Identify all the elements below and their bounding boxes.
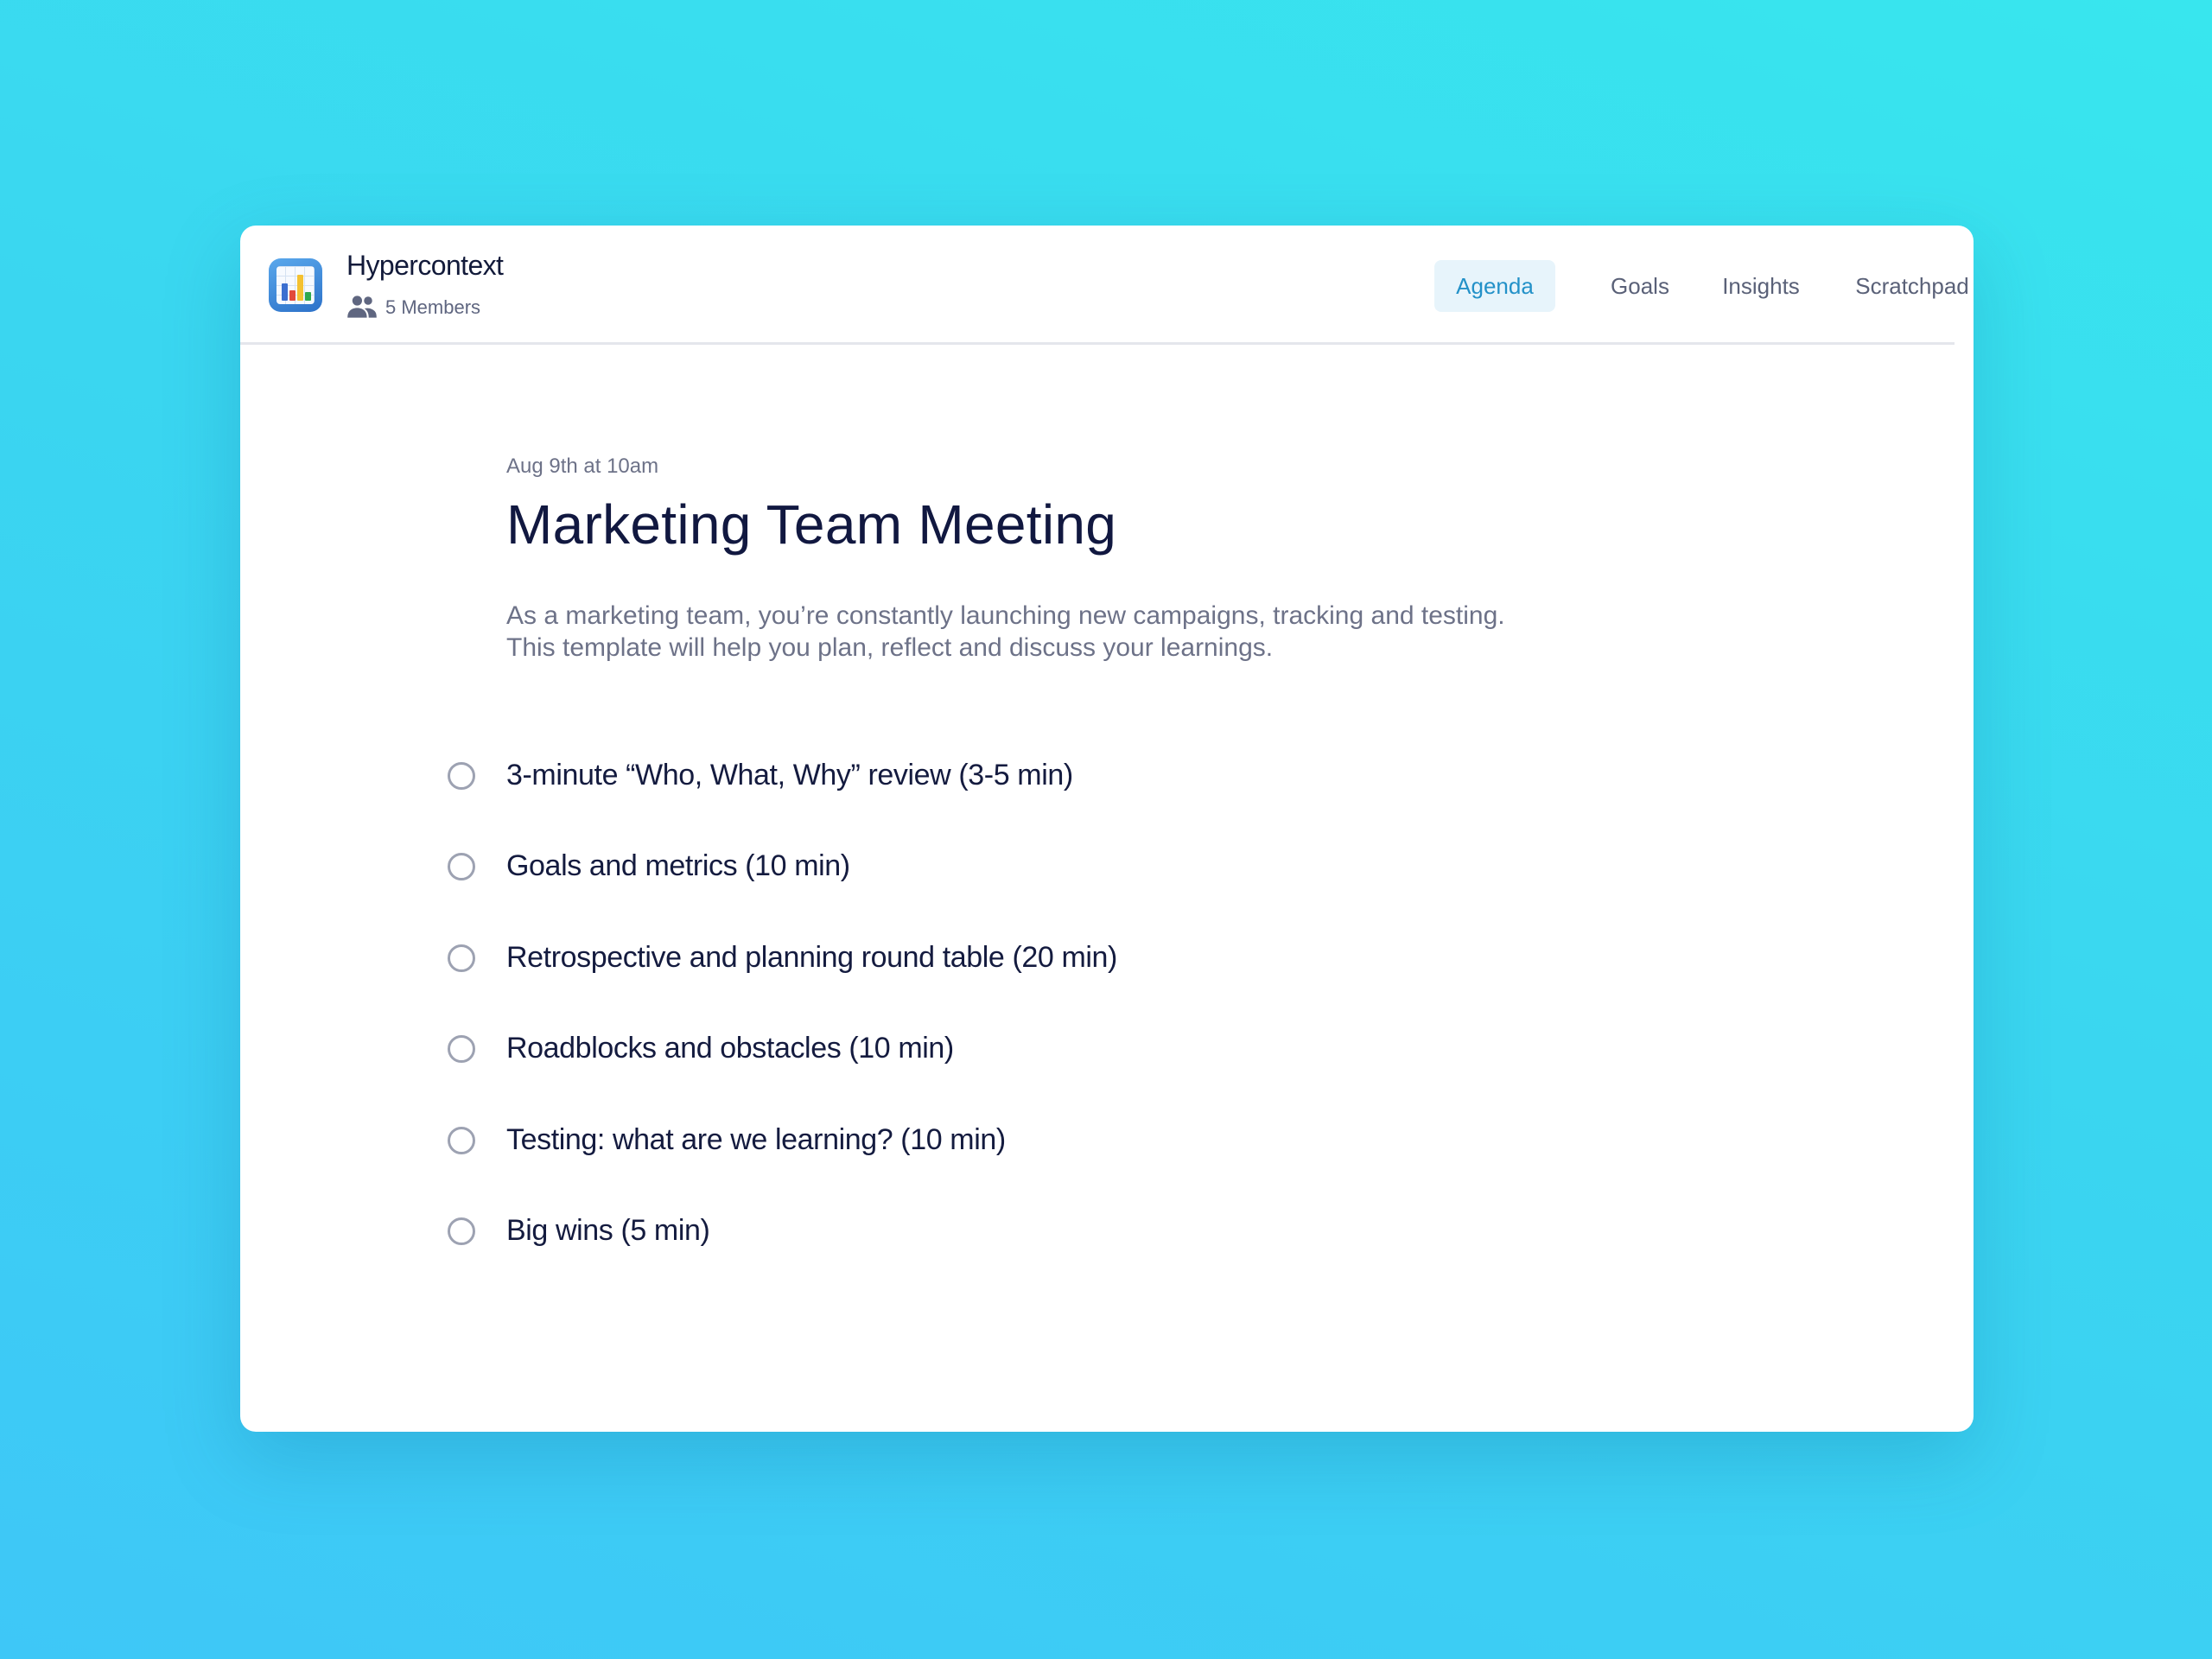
bar-chart-app-icon[interactable] <box>269 258 322 312</box>
logo-bar-yellow <box>297 275 303 301</box>
agenda-item[interactable]: Goals and metrics (10 min) <box>448 842 1571 894</box>
agenda-item[interactable]: Retrospective and planning round table (… <box>448 934 1571 986</box>
description-line: This template will help you plan, reflec… <box>506 633 1274 662</box>
app-title: Hypercontext <box>346 250 504 281</box>
agenda-checkbox[interactable] <box>448 1127 475 1154</box>
meeting-title[interactable]: Marketing Team Meeting <box>506 493 1116 556</box>
agenda-checkbox[interactable] <box>448 1217 475 1245</box>
people-icon <box>347 296 377 318</box>
tab-scratchpad[interactable]: Scratchpad <box>1844 260 1974 312</box>
agenda-checkbox[interactable] <box>448 1035 475 1063</box>
tab-agenda[interactable]: Agenda <box>1434 260 1555 312</box>
agenda-item[interactable]: Testing: what are we learning? (10 min) <box>448 1116 1571 1168</box>
logo-bar-red <box>289 290 296 301</box>
tab-insights[interactable]: Insights <box>1711 260 1811 312</box>
agenda-item[interactable]: Big wins (5 min) <box>448 1207 1571 1259</box>
logo-bar-blue <box>282 283 288 301</box>
top-bar: Hypercontext 5 Members Agenda Goals Insi… <box>240 226 1969 345</box>
agenda-item[interactable]: 3-minute “Who, What, Why” review (3-5 mi… <box>448 752 1571 804</box>
spreadsheet-shape <box>276 266 315 304</box>
logo-bar-green <box>305 292 311 301</box>
members-count[interactable]: 5 Members <box>385 296 480 319</box>
agenda-item-label[interactable]: Retrospective and planning round table (… <box>506 941 1117 975</box>
agenda-item[interactable]: Roadblocks and obstacles (10 min) <box>448 1025 1571 1077</box>
agenda-checkbox[interactable] <box>448 853 475 880</box>
agenda-item-label[interactable]: Big wins (5 min) <box>506 1214 710 1248</box>
agenda-item-label[interactable]: Goals and metrics (10 min) <box>506 849 850 883</box>
agenda-item-label[interactable]: Roadblocks and obstacles (10 min) <box>506 1032 954 1065</box>
agenda-item-label[interactable]: Testing: what are we learning? (10 min) <box>506 1123 1006 1157</box>
description-line: As a marketing team, you’re constantly l… <box>506 601 1505 630</box>
tab-goals[interactable]: Goals <box>1593 260 1687 312</box>
agenda-item-label[interactable]: 3-minute “Who, What, Why” review (3-5 mi… <box>506 759 1073 792</box>
meeting-description[interactable]: As a marketing team, you’re constantly l… <box>506 600 1630 664</box>
meeting-date: Aug 9th at 10am <box>506 454 659 478</box>
agenda-checkbox[interactable] <box>448 762 475 790</box>
agenda-checkbox[interactable] <box>448 944 475 972</box>
